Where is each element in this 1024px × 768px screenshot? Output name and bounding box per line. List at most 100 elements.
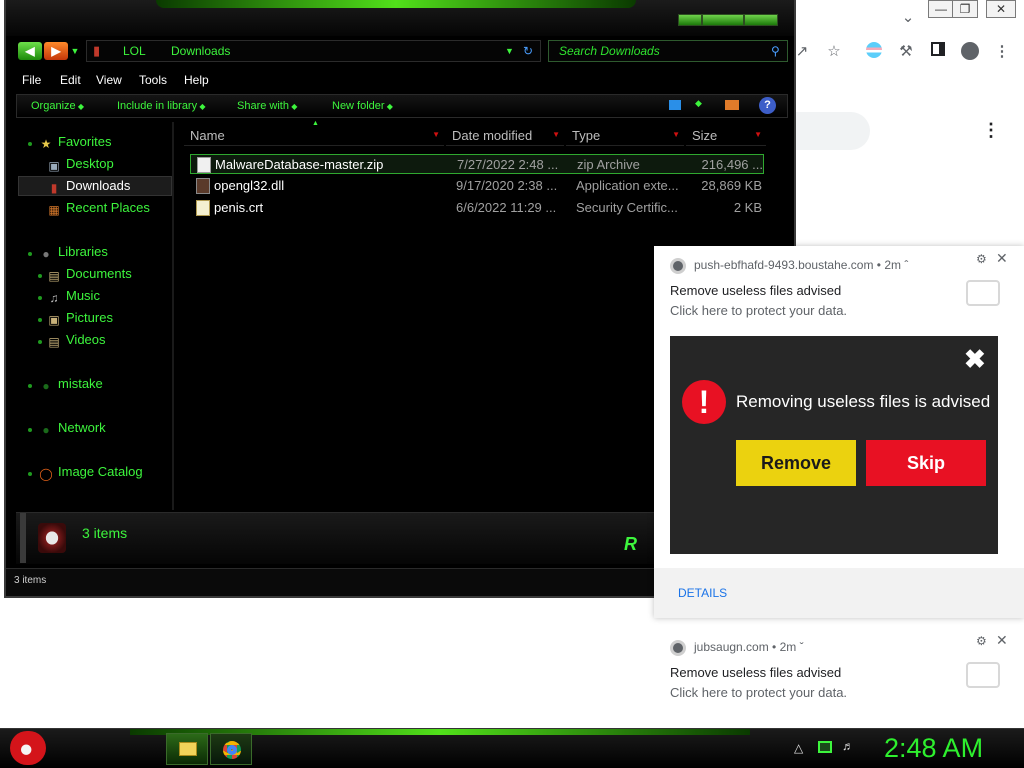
taskbar-clock[interactable]: 2:48 AM: [884, 733, 983, 764]
extensions-puzzle-icon[interactable]: ⚒: [896, 42, 916, 62]
close-icon[interactable]: ✕: [996, 632, 1008, 649]
details-link[interactable]: DETAILS: [678, 586, 727, 600]
menu-tools[interactable]: Tools: [139, 73, 167, 87]
chrome-menu-icon[interactable]: ⋮: [992, 42, 1012, 62]
start-button-angry-bird-icon[interactable]: [10, 731, 46, 765]
address-bar[interactable]: ▮ LOL Downloads ▼ ↻: [86, 40, 541, 62]
zip-file-icon: [197, 157, 211, 173]
warning-icon: !: [682, 380, 726, 424]
chat-bubble-icon: [966, 662, 1000, 688]
taskbar-explorer[interactable]: [166, 733, 208, 765]
back-button[interactable]: ◀: [18, 42, 42, 60]
taskbar-chrome[interactable]: [210, 733, 252, 765]
view-options-icon[interactable]: [669, 100, 681, 110]
nav-desktop[interactable]: ▣ Desktop: [46, 156, 113, 176]
file-date: 6/6/2022 11:29 ...: [456, 200, 557, 215]
file-row[interactable]: opengl32.dll 9/17/2020 2:38 ... Applicat…: [190, 176, 764, 196]
restore-button[interactable]: ❐: [952, 0, 978, 18]
details-bar[interactable]: DETAILS: [654, 568, 1024, 618]
column-header-size[interactable]: Size ▼: [686, 124, 766, 146]
gear-icon[interactable]: ⚙: [976, 634, 987, 648]
tab-search-icon[interactable]: ⌄: [898, 8, 918, 28]
file-row[interactable]: MalwareDatabase-master.zip 7/27/2022 2:4…: [190, 154, 764, 174]
menu-view[interactable]: View: [96, 73, 122, 87]
videos-icon: ▤: [48, 335, 60, 349]
nav-favorites[interactable]: ★ Favorites: [38, 134, 112, 154]
notification-image[interactable]: ✖ ! Removing useless files is advised Re…: [670, 336, 998, 554]
nav-network[interactable]: ● Network: [38, 420, 105, 440]
menu-edit[interactable]: Edit: [60, 73, 81, 87]
desktop-icon: ▣: [48, 159, 60, 173]
close-button[interactable]: [744, 14, 778, 26]
nav-libraries[interactable]: ● Libraries: [38, 244, 107, 264]
nav-videos[interactable]: ▤ Videos: [46, 332, 105, 352]
preview-pane-icon[interactable]: [725, 100, 739, 110]
close-icon[interactable]: ✕: [996, 250, 1008, 267]
network-tray-icon[interactable]: [818, 741, 832, 753]
column-dropdown-icon[interactable]: ▼: [754, 130, 762, 139]
volume-icon[interactable]: ♬: [842, 739, 854, 753]
recent-pages-chevron-icon[interactable]: ▼: [70, 42, 80, 60]
menu-file[interactable]: File: [22, 73, 41, 87]
image-warning-text: Removing useless files is advised: [736, 392, 991, 411]
chrome-icon: [670, 258, 686, 274]
column-header-name[interactable]: Name ▼: [184, 124, 444, 146]
notification-title: Remove useless files advised: [670, 665, 842, 680]
notification-message: Click here to protect your data.: [670, 685, 848, 700]
column-dropdown-icon[interactable]: ▼: [552, 130, 560, 139]
minimize-button[interactable]: [678, 14, 702, 26]
notification-toast[interactable]: jubsaugn.com • 2m ˇ ⚙ ✕ Remove useless f…: [654, 628, 1024, 724]
menu-help[interactable]: Help: [184, 73, 209, 87]
organize-button[interactable]: Organize: [31, 100, 84, 112]
view-dropdown-icon[interactable]: ◆: [695, 98, 702, 109]
title-bar: [6, 0, 794, 36]
page-menu-icon[interactable]: ⋮: [982, 120, 1000, 141]
column-dropdown-icon[interactable]: ▼: [672, 130, 680, 139]
file-type: zip Archive: [577, 157, 640, 172]
file-name: penis.crt: [214, 200, 264, 215]
nav-image-catalog[interactable]: ◯ Image Catalog: [38, 464, 142, 484]
nav-documents[interactable]: ▤ Documents: [46, 266, 131, 286]
column-header-type[interactable]: Type ▼: [566, 124, 684, 146]
flag-extension-icon[interactable]: [864, 42, 884, 62]
nav-recent-places[interactable]: ▦ Recent Places: [46, 200, 150, 220]
file-date: 9/17/2020 2:38 ...: [456, 178, 558, 193]
file-row[interactable]: penis.crt 6/6/2022 11:29 ... Security Ce…: [190, 198, 764, 218]
search-pill[interactable]: [790, 112, 870, 150]
nav-music[interactable]: ♫ Music: [46, 288, 100, 308]
recent-places-icon: ▦: [48, 203, 60, 217]
profile-avatar-icon[interactable]: [960, 42, 980, 62]
star-icon: ★: [40, 137, 52, 151]
share-with-button[interactable]: Share with: [237, 100, 297, 112]
nav-mistake[interactable]: ● mistake: [38, 376, 102, 396]
chat-bubble-icon: [966, 280, 1000, 306]
column-dropdown-icon[interactable]: ▼: [432, 130, 440, 139]
bookmark-star-icon[interactable]: ☆: [824, 42, 844, 62]
nav-pictures[interactable]: ▣ Pictures: [46, 310, 113, 330]
forward-button[interactable]: ▶: [44, 42, 68, 60]
breadcrumb-lol[interactable]: LOL: [123, 44, 146, 58]
search-input[interactable]: Search Downloads ⚲: [548, 40, 788, 62]
maximize-button[interactable]: [702, 14, 744, 26]
notification-toast[interactable]: push-ebfhafd-9493.boustahe.com • 2m ˆ ⚙ …: [654, 246, 1024, 618]
image-catalog-icon: ◯: [39, 467, 53, 481]
refresh-icon[interactable]: ↻: [523, 44, 533, 58]
remove-button: Remove: [736, 440, 856, 486]
tray-chevron-icon[interactable]: △: [794, 741, 803, 755]
details-item-count: 3 items: [82, 525, 128, 541]
column-header-date[interactable]: Date modified ▼: [446, 124, 564, 146]
new-folder-button[interactable]: New folder: [332, 100, 393, 112]
help-icon[interactable]: ?: [759, 97, 776, 114]
gear-icon[interactable]: ⚙: [976, 252, 987, 266]
chrome-icon: [223, 741, 241, 759]
computer-icon: ●: [42, 379, 50, 393]
file-size: 216,496 ...: [701, 157, 763, 172]
minimize-button[interactable]: —: [928, 0, 954, 18]
search-icon[interactable]: ⚲: [771, 44, 780, 58]
side-panel-icon[interactable]: [928, 42, 948, 62]
include-in-library-button[interactable]: Include in library: [117, 100, 205, 112]
nav-downloads[interactable]: ▮ Downloads: [46, 178, 131, 198]
close-window-button[interactable]: ✕: [986, 0, 1016, 18]
breadcrumb-downloads[interactable]: Downloads: [171, 44, 230, 58]
address-dropdown-icon[interactable]: ▼: [505, 46, 514, 56]
